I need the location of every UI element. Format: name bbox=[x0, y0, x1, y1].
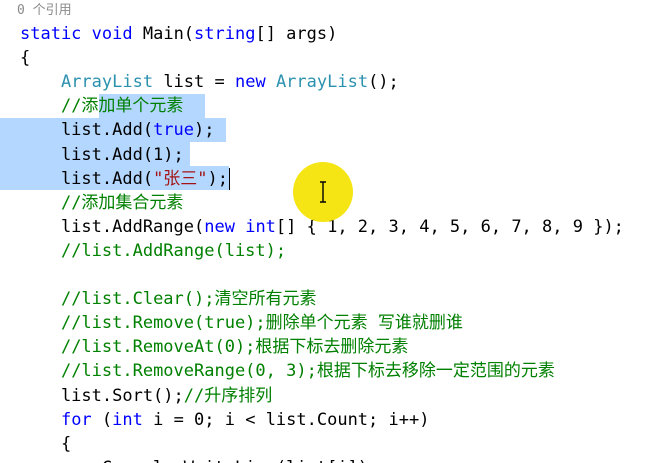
code-token: [] args) bbox=[255, 24, 338, 44]
code-token: ); bbox=[207, 168, 229, 189]
code-line: ArrayList list = new ArrayList(); bbox=[20, 70, 399, 94]
code-token: //list.AddRange(list); bbox=[60, 240, 287, 261]
code-token: ); bbox=[194, 120, 215, 141]
code-line: //list.RemoveAt(0);根据下标去删除元素 bbox=[20, 335, 408, 359]
code-token: Main( bbox=[132, 24, 195, 44]
code-token: //添加集合元素 bbox=[60, 192, 184, 213]
code-token: //list.Remove(true);删除单个元素 写谁就删谁 bbox=[60, 313, 463, 334]
code-token: static bbox=[20, 24, 82, 44]
code-token: ArrayList bbox=[60, 72, 154, 93]
code-token: //list.RemoveRange(0, 3);根据下标去移除一定范围的元素 bbox=[60, 361, 555, 382]
code-token: list.Add(1); bbox=[20, 144, 184, 165]
code-token: //添加单个元素 bbox=[60, 96, 184, 117]
code-line: { bbox=[20, 432, 71, 456]
code-line: list.Add(true); bbox=[20, 118, 215, 142]
code-token: { bbox=[20, 433, 72, 454]
code-line: //添加集合元素 bbox=[20, 191, 183, 215]
code-token: int bbox=[112, 409, 143, 430]
code-token: list.AddRange( bbox=[20, 216, 205, 237]
code-line: //list.RemoveRange(0, 3);根据下标去移除一定范围的元素 bbox=[20, 359, 555, 383]
code-token: ( bbox=[91, 409, 113, 430]
code-line: Console.WriteLine(list[i]); bbox=[20, 456, 378, 463]
code-token: //list.RemoveAt(0);根据下标去删除元素 bbox=[60, 337, 409, 358]
code-line: //list.Clear();清空所有元素 bbox=[20, 287, 317, 311]
code-token: new bbox=[234, 72, 266, 93]
code-line: //list.Remove(true);删除单个元素 写谁就删谁 bbox=[20, 311, 463, 335]
code-token: list = bbox=[153, 72, 235, 93]
code-token: list.Add( bbox=[20, 120, 154, 141]
code-line: list.Add(1); bbox=[20, 143, 184, 167]
code-line: static void Main(string[] args) bbox=[20, 22, 337, 46]
code-editor[interactable]: 0 个引用 static void Main(string[] args){ A… bbox=[0, 0, 657, 463]
code-token: { bbox=[20, 48, 31, 69]
code-token: (); bbox=[368, 72, 399, 93]
code-line: //添加单个元素 bbox=[20, 94, 183, 118]
code-token: list.Sort(); bbox=[20, 385, 184, 406]
code-line: { bbox=[20, 46, 30, 70]
code-line: list.Sort();//升序排列 bbox=[20, 384, 272, 408]
code-token: string bbox=[194, 24, 256, 44]
code-token: Console.WriteLine(list[i]); bbox=[20, 458, 378, 463]
code-token: int bbox=[245, 216, 276, 237]
code-token: ArrayList bbox=[275, 72, 369, 93]
code-token: new bbox=[204, 216, 235, 237]
code-token: for bbox=[60, 409, 92, 430]
code-line: list.Add("张三"); bbox=[20, 167, 228, 191]
text-caret bbox=[229, 168, 230, 190]
code-token: //升序排列 bbox=[183, 385, 273, 406]
code-line: for (int i = 0; i < list.Count; i++) bbox=[20, 408, 430, 432]
code-token: "张三" bbox=[153, 168, 208, 189]
ibeam-cursor-icon bbox=[320, 181, 326, 203]
code-token: i = 0; i < list.Count; i++) bbox=[142, 409, 430, 430]
code-token: void bbox=[91, 24, 133, 44]
codelens-reference-count[interactable]: 0 个引用 bbox=[17, 0, 72, 22]
code-line: //list.AddRange(list); bbox=[20, 239, 286, 263]
code-token: //list.Clear();清空所有元素 bbox=[60, 289, 317, 310]
code-token: list.Add( bbox=[20, 168, 154, 189]
code-token: true bbox=[153, 120, 195, 141]
